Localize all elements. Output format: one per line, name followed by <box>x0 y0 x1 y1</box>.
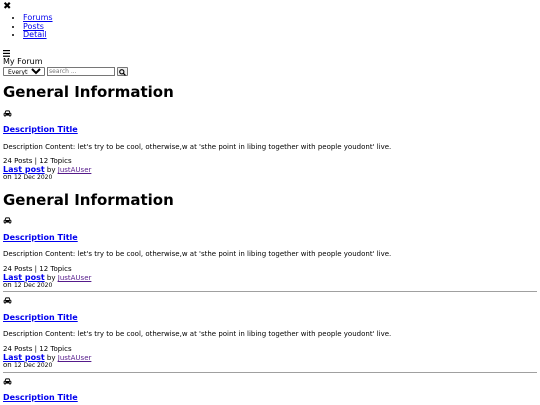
nav-link-detail[interactable]: Detail <box>23 30 47 39</box>
section-heading: General Information <box>3 83 174 101</box>
last-post-user-link[interactable]: JustAUser <box>58 166 92 174</box>
last-post-date: 12 Dec 2020 <box>13 174 53 181</box>
last-post-on: on <box>3 361 12 369</box>
brand-title: My Forum <box>3 57 43 66</box>
topic-title-link[interactable]: Description Title <box>3 233 78 242</box>
close-icon[interactable]: ✖ <box>3 2 11 12</box>
topic-stats: 24 Posts | 12 Topics <box>3 345 72 353</box>
section-heading: General Information <box>3 191 174 209</box>
last-post-date-line: on 12 Dec 2020 <box>3 281 52 290</box>
last-post-user-link[interactable]: JustAUser <box>58 354 92 362</box>
nav-item-detail: Detail <box>23 30 53 40</box>
topic-stats: 24 Posts | 12 Topics <box>3 265 72 273</box>
topic-description: Description Content: let's try to be coo… <box>3 143 392 151</box>
search-bar: Everything <box>3 66 128 76</box>
last-post-date-line: on 12 Dec 2020 <box>3 361 52 370</box>
topic-title-link[interactable]: Description Title <box>3 125 78 134</box>
nav-list: Forums Posts Detail <box>3 13 53 40</box>
last-post-date: 12 Dec 2020 <box>13 362 53 369</box>
car-icon <box>3 217 12 226</box>
topic-title-link[interactable]: Description Title <box>3 313 78 322</box>
last-post-date-line: on 12 Dec 2020 <box>3 173 52 182</box>
topic-description: Description Content: let's try to be coo… <box>3 250 392 258</box>
topic-divider <box>3 372 537 373</box>
car-icon <box>3 378 12 387</box>
search-input[interactable] <box>47 66 115 76</box>
topic-title-link[interactable]: Description Title <box>3 393 78 402</box>
car-icon <box>3 297 12 306</box>
last-post-on: on <box>3 173 12 181</box>
search-icon <box>119 64 126 79</box>
last-post-user-link[interactable]: JustAUser <box>58 274 92 282</box>
topic-description: Description Content: let's try to be coo… <box>3 330 392 338</box>
search-scope-select[interactable]: Everything <box>3 66 45 76</box>
search-button[interactable] <box>117 64 128 79</box>
last-post-on: on <box>3 281 12 289</box>
topic-divider <box>3 291 537 292</box>
topic-stats: 24 Posts | 12 Topics <box>3 157 72 165</box>
last-post-date: 12 Dec 2020 <box>13 282 53 289</box>
car-icon <box>3 110 12 119</box>
